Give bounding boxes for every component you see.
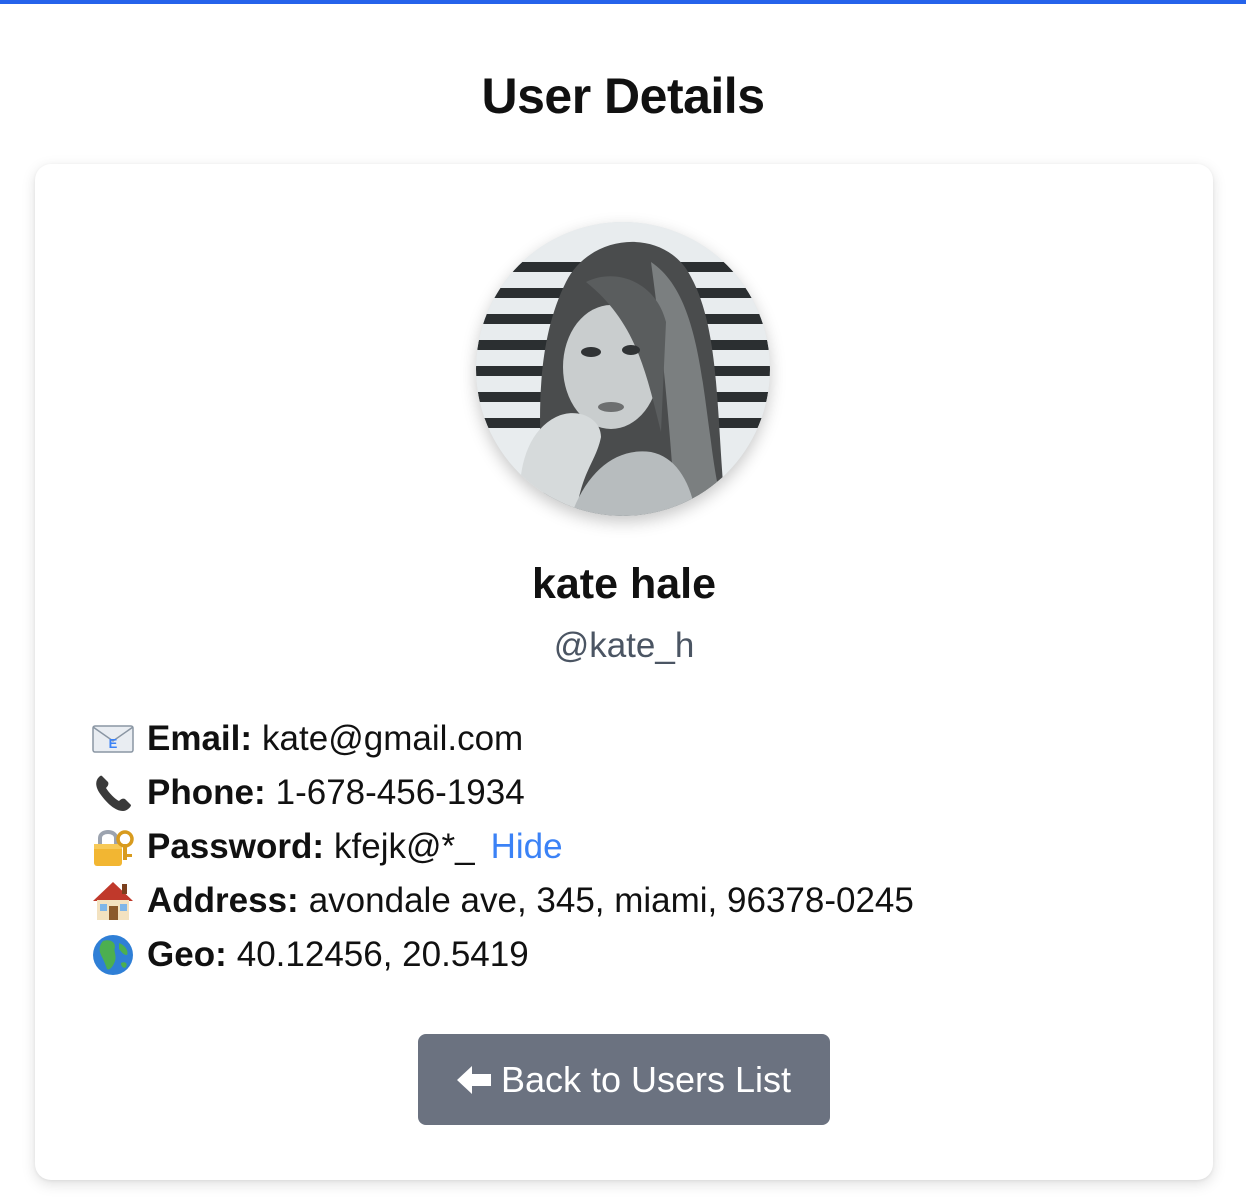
- user-card: kate hale @kate_h E Email: kate@gmail.co…: [35, 164, 1213, 1180]
- globe-icon: [91, 933, 135, 977]
- svg-text:E: E: [109, 736, 118, 751]
- detail-row-password: Password: kfejk@*_ Hide: [91, 820, 1171, 874]
- phone-value: 1-678-456-1934: [275, 773, 525, 812]
- email-value: kate@gmail.com: [262, 719, 524, 758]
- house-icon: [91, 879, 135, 923]
- phone-icon: [91, 771, 135, 815]
- details-list: E Email: kate@gmail.com Phone: 1-678-456…: [91, 712, 1171, 982]
- page-title: User Details: [481, 68, 765, 124]
- top-accent-bar: [0, 0, 1246, 4]
- email-label: Email:: [147, 719, 253, 758]
- geo-label: Geo:: [147, 935, 227, 974]
- user-handle: @kate_h: [553, 626, 695, 665]
- password-value: kfejk@*_: [334, 827, 475, 866]
- detail-row-email: E Email: kate@gmail.com: [91, 712, 1171, 766]
- address-label: Address:: [147, 881, 299, 920]
- geo-value: 40.12456, 20.5419: [236, 935, 529, 974]
- back-to-users-button[interactable]: Back to Users List: [418, 1034, 830, 1125]
- arrow-left-icon: [456, 1065, 493, 1095]
- detail-row-address: Address: avondale ave, 345, miami, 96378…: [91, 874, 1171, 928]
- avatar: [476, 222, 770, 516]
- password-label: Password:: [147, 827, 324, 866]
- detail-row-phone: Phone: 1-678-456-1934: [91, 766, 1171, 820]
- envelope-icon: E: [91, 717, 135, 761]
- back-button-label: Back to Users List: [500, 1058, 792, 1100]
- hide-password-link[interactable]: Hide: [491, 827, 563, 867]
- lock-key-icon: [91, 825, 135, 869]
- address-value: avondale ave, 345, miami, 96378-0245: [308, 881, 914, 920]
- user-name: kate hale: [531, 560, 717, 608]
- detail-row-geo: Geo: 40.12456, 20.5419: [91, 928, 1171, 982]
- phone-label: Phone:: [147, 773, 266, 812]
